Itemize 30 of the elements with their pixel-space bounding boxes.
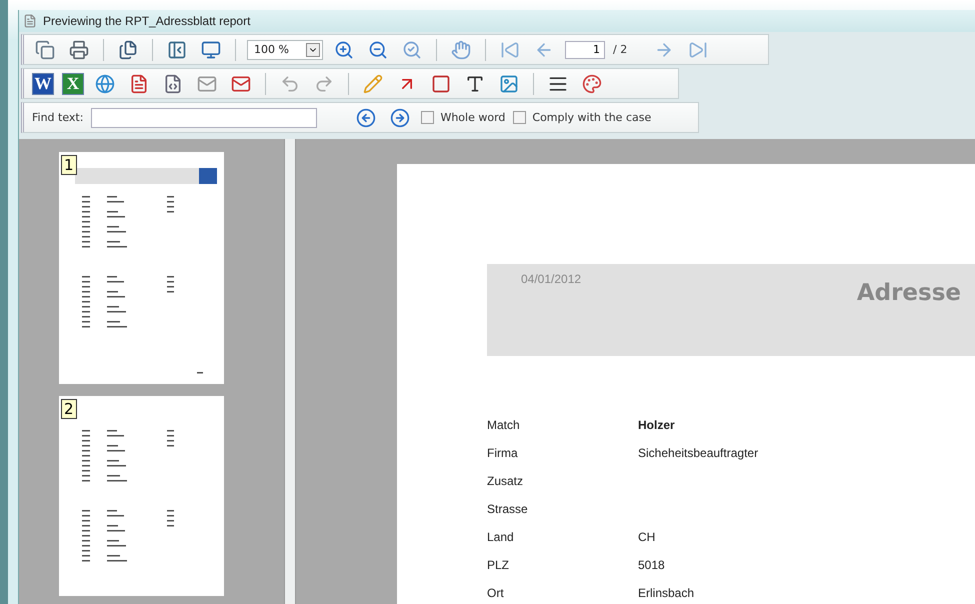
field-label: Land xyxy=(487,530,515,546)
page-number: 1 xyxy=(61,155,77,175)
field-label: Strasse xyxy=(487,502,529,518)
field-value: 5018 xyxy=(638,558,666,574)
field-value: Erlinsbach xyxy=(638,586,696,602)
page-thumbnail[interactable]: 2 xyxy=(59,396,224,596)
document-icon xyxy=(23,14,37,28)
field-label: Firma xyxy=(487,446,519,462)
page-field[interactable]: 1 xyxy=(565,40,605,58)
window-title: Previewing the RPT_Adressblatt report xyxy=(43,14,250,28)
field-label: Zusatz xyxy=(487,474,524,490)
report-date: 04/01/2012 xyxy=(521,272,582,288)
field-value: Sicheheitsbeauftragter xyxy=(638,446,760,462)
page-thumbnail[interactable]: 1 xyxy=(59,152,224,384)
find-field[interactable] xyxy=(91,108,318,128)
option-checkbox[interactable]: Whole word xyxy=(421,111,506,124)
field-value: Holzer xyxy=(638,418,676,434)
field-label: Ort xyxy=(487,586,505,602)
zoom-dropdown[interactable]: 100 % xyxy=(247,40,323,60)
find-label: Find text: xyxy=(32,111,84,124)
excel-export-button[interactable]: X xyxy=(62,72,84,94)
report-title: Adresse xyxy=(856,280,961,308)
splitter[interactable] xyxy=(284,139,296,604)
option-checkbox[interactable]: Comply with the case xyxy=(513,111,652,124)
field-value: CH xyxy=(638,530,656,546)
field-label: PLZ xyxy=(487,558,510,574)
page-count: / 2 xyxy=(613,43,628,56)
page-number: 2 xyxy=(61,399,77,419)
field-label: Match xyxy=(487,418,521,434)
word-export-button[interactable]: W xyxy=(32,72,54,94)
